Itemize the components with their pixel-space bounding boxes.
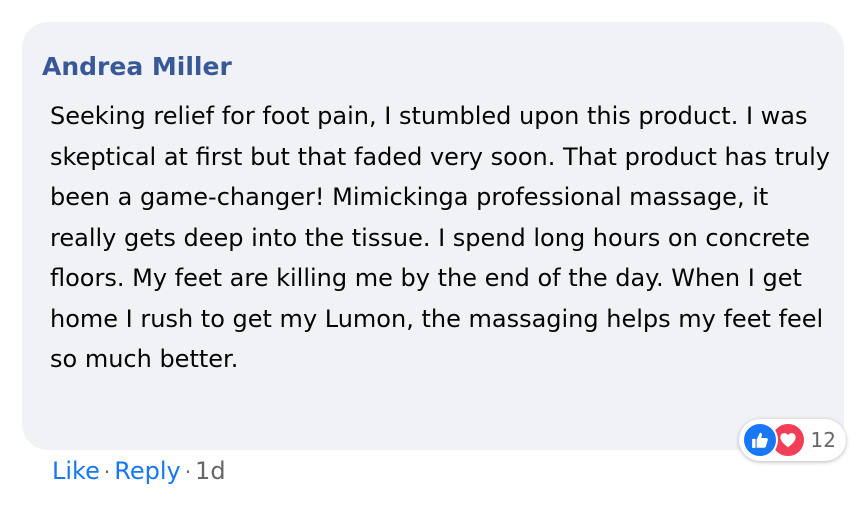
comment-bubble: Andrea Miller Seeking relief for foot pa…: [22, 22, 844, 450]
comment-author[interactable]: Andrea Miller: [42, 50, 824, 84]
reaction-count: 12: [810, 428, 836, 452]
like-icon: [741, 422, 778, 458]
separator-dot: ·: [103, 460, 111, 484]
comment-actions: Like · Reply · 1d: [52, 452, 226, 491]
reply-button[interactable]: Reply: [114, 452, 180, 490]
reactions-summary[interactable]: 12: [738, 419, 846, 461]
comment-timestamp[interactable]: 1d: [195, 452, 226, 490]
comment-text: Seeking relief for foot pain, I stumbled…: [50, 102, 830, 373]
like-button[interactable]: Like: [52, 452, 100, 490]
separator-dot: ·: [184, 460, 192, 484]
